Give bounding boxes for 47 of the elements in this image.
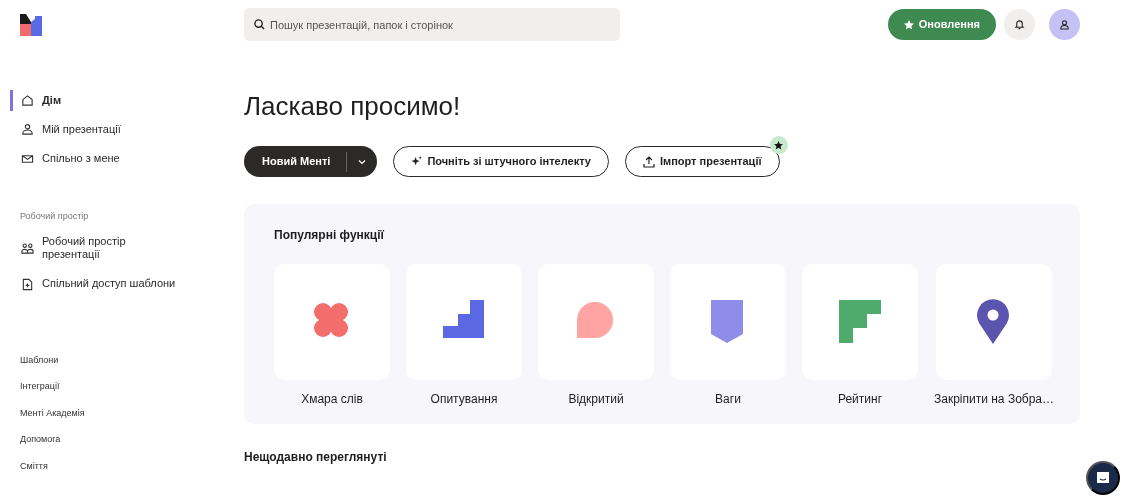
notifications-button[interactable]	[1004, 9, 1035, 40]
feature-card[interactable]	[274, 264, 390, 381]
inbox-icon	[21, 152, 34, 166]
section-heading: Робочий простір	[20, 209, 90, 223]
person-icon	[1059, 19, 1070, 30]
feature-card[interactable]	[802, 264, 918, 381]
nav-link[interactable]: Робочий простір презентації	[10, 231, 244, 266]
nav-link[interactable]: Спільно з мене	[10, 148, 244, 170]
file-plus-icon	[21, 277, 34, 291]
nav-link[interactable]: Мій презентації	[10, 119, 244, 141]
feature-label: Хмара слів	[301, 391, 363, 409]
footer-link[interactable]: Шаблони	[20, 353, 244, 367]
feature-card[interactable]	[670, 264, 786, 381]
upgrade-button[interactable]: Оновлення	[887, 9, 996, 40]
feature-card[interactable]	[406, 264, 522, 381]
feature-label: Закріпити на Зобра…	[934, 391, 1055, 409]
person-icon	[21, 123, 34, 137]
star-badge-icon	[769, 136, 788, 155]
upload-icon	[642, 155, 655, 168]
section-heading: Популярні функції	[274, 227, 385, 245]
footer-link[interactable]: Допомога	[20, 433, 244, 447]
chat-button[interactable]	[1086, 461, 1120, 495]
footer-link[interactable]: Інтеграції	[20, 380, 244, 394]
feature-label: Рейтинг	[837, 391, 883, 409]
feature-card[interactable]	[936, 264, 1052, 381]
bell-icon	[1014, 19, 1025, 30]
search-field[interactable]: Пошук презентацій, папок і сторінок	[244, 8, 620, 41]
sparkle-icon	[411, 156, 423, 168]
chat-icon	[1095, 470, 1111, 486]
feature-label: Опитування	[430, 391, 498, 409]
people-icon	[21, 241, 34, 255]
star-icon	[903, 19, 914, 30]
feature-label: Відкритий	[568, 391, 624, 409]
logo-icon[interactable]	[20, 14, 42, 36]
nav-link[interactable]: Спільний доступ шаблони	[10, 273, 244, 295]
feature-label: Ваги	[715, 391, 741, 409]
import-button[interactable]: Імпорт презентації	[624, 146, 780, 178]
page-title: Ласкаво просимо!	[244, 91, 462, 123]
search-icon	[254, 19, 265, 30]
nav-link[interactable]: Дім	[10, 90, 244, 112]
new-menti-button[interactable]: Новий Менті	[244, 146, 378, 178]
profile-button[interactable]	[1049, 9, 1080, 40]
footer-link[interactable]: Сміття	[20, 459, 244, 473]
ai-button[interactable]: Почніть зі штучного інтелекту	[393, 146, 609, 178]
home-icon	[21, 94, 34, 108]
section-heading: Нещодавно переглянуті	[244, 449, 388, 467]
footer-link[interactable]: Менті Академія	[20, 406, 244, 420]
